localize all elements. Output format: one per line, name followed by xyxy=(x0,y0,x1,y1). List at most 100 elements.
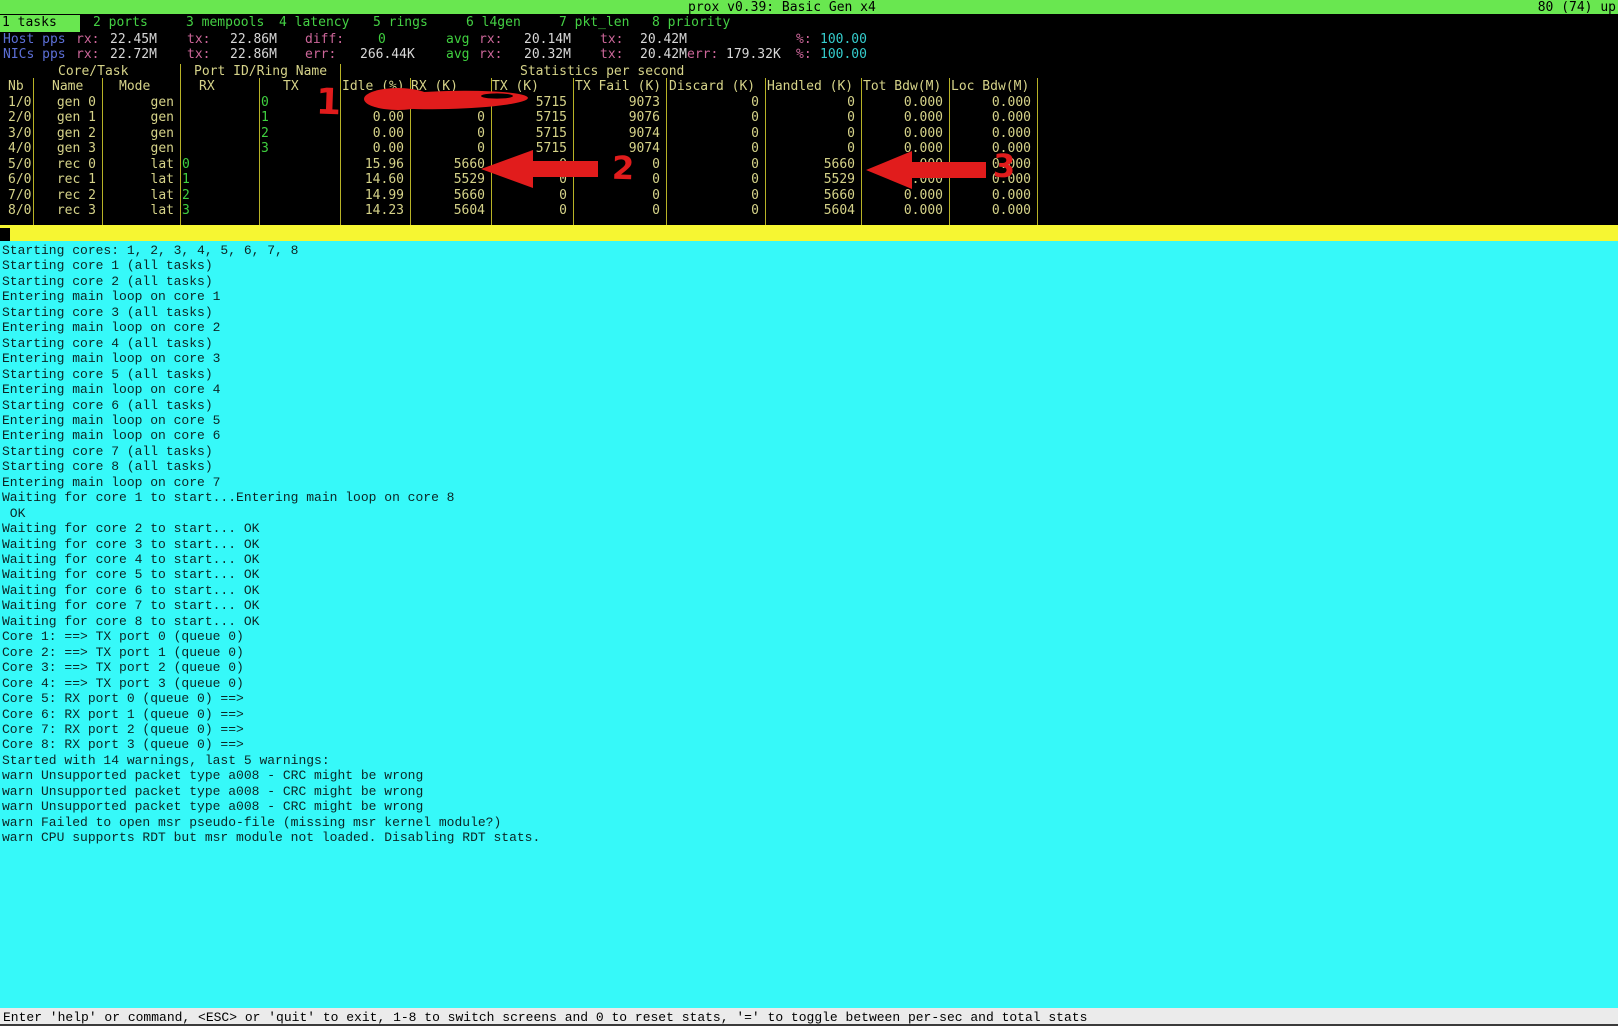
prox-terminal-window: prox v0.39: Basic Gen x4 80 (74) up 1 ta… xyxy=(0,0,1618,1026)
nics-stat-token: avg xyxy=(446,47,469,62)
column-header: RX xyxy=(199,79,215,94)
table-cell: 0.00 xyxy=(340,95,404,110)
group-separator xyxy=(180,64,181,80)
log-line: Core 4: ==> TX port 3 (queue 0) xyxy=(2,676,244,691)
table-cell: lat xyxy=(102,172,174,187)
text-cursor xyxy=(0,228,10,241)
column-header: Discard (K) xyxy=(669,79,755,94)
tab-5-rings[interactable]: 5 rings xyxy=(373,15,428,32)
table-cell: 0.000 xyxy=(861,110,943,125)
table-cell: 5/0 xyxy=(8,157,31,172)
tab-6-l4gen[interactable]: 6 l4gen xyxy=(466,15,521,32)
host-stat-token: avg xyxy=(446,32,469,47)
table-cell: gen 2 xyxy=(33,126,96,141)
tab-1-tasks[interactable]: 1 tasks xyxy=(0,15,80,32)
table-cell: 4/0 xyxy=(8,141,31,156)
status-help-text: Enter 'help' or command, <ESC> or 'quit'… xyxy=(3,1010,1087,1025)
table-cell: 0.000 xyxy=(861,203,943,218)
host-stat-token: 100.00 xyxy=(820,32,867,47)
log-line: Waiting for core 1 to start...Entering m… xyxy=(2,490,454,505)
nics-stat-token: 100.00 xyxy=(820,47,867,62)
table-cell: 0 xyxy=(765,110,855,125)
annotation-number-2: 2 xyxy=(611,152,634,185)
log-line: Starting core 7 (all tasks) xyxy=(2,444,213,459)
column-header: TX xyxy=(283,79,299,94)
column-header: RX (K) xyxy=(411,79,458,94)
table-cell: 0 xyxy=(491,157,567,172)
host-stat-token: rx: xyxy=(76,32,99,47)
nics-stat-token: rx: xyxy=(479,47,502,62)
tab-8-priority[interactable]: 8 priority xyxy=(652,15,730,32)
table-cell: 14.60 xyxy=(340,172,404,187)
host-stat-token: tx: xyxy=(600,32,623,47)
table-cell: 0.000 xyxy=(949,203,1031,218)
log-line: Core 6: RX port 1 (queue 0) ==> xyxy=(2,707,244,722)
table-cell: 0.000 xyxy=(861,188,943,203)
table-cell: 0 xyxy=(666,126,759,141)
title-bar: prox v0.39: Basic Gen x4 80 (74) up xyxy=(0,0,1618,14)
table-cell: 0 xyxy=(573,203,660,218)
nics-pps-stat-line: NICs ppsrx:22.72Mtx:22.86Merr:266.44Kavg… xyxy=(0,47,1618,62)
nics-stat-token: tx: xyxy=(187,47,210,62)
table-cell: rec 2 xyxy=(33,188,96,203)
table-cell: 5660 xyxy=(410,157,485,172)
log-line: Entering main loop on core 7 xyxy=(2,475,220,490)
table-cell: 5660 xyxy=(765,188,855,203)
log-line: Core 8: RX port 3 (queue 0) ==> xyxy=(2,737,244,752)
table-cell: 0 xyxy=(765,95,855,110)
table-cell: rec 1 xyxy=(33,172,96,187)
command-input-band[interactable] xyxy=(0,225,1618,241)
nics-stat-token: %: xyxy=(796,47,812,62)
table-cell: 5715 xyxy=(491,95,567,110)
log-line: Starting core 4 (all tasks) xyxy=(2,336,213,351)
table-cell: 8/0 xyxy=(8,203,31,218)
table-cell: 5604 xyxy=(765,203,855,218)
table-cell: 0 xyxy=(666,157,759,172)
host-pps-stat-line: Host ppsrx:22.45Mtx:22.86Mdiff:0avgrx:20… xyxy=(0,32,1618,47)
annotation-number-1: 1 xyxy=(315,86,341,121)
table-cell: 14.23 xyxy=(340,203,404,218)
host-stat-token: %: xyxy=(796,32,812,47)
table-cell: 0.00 xyxy=(340,126,404,141)
table-cell: 3 xyxy=(261,141,269,156)
table-cell: lat xyxy=(102,203,174,218)
table-cell: 5660 xyxy=(410,188,485,203)
table-cell: 0 xyxy=(666,95,759,110)
log-line: Core 2: ==> TX port 1 (queue 0) xyxy=(2,645,244,660)
table-cell: lat xyxy=(102,157,174,172)
host-stat-token: diff: xyxy=(305,32,344,47)
tab-2-ports[interactable]: 2 ports xyxy=(93,15,148,32)
table-cell: 0 xyxy=(666,141,759,156)
log-line: Starting core 3 (all tasks) xyxy=(2,305,213,320)
log-line: Entering main loop on core 4 xyxy=(2,382,220,397)
table-cell: gen xyxy=(102,141,174,156)
nics-stat-token: 266.44K xyxy=(360,47,415,62)
tab-4-latency[interactable]: 4 latency xyxy=(279,15,349,32)
table-group-header: Core/Task xyxy=(58,64,128,79)
table-cell: 2 xyxy=(261,126,269,141)
table-cell: 6/0 xyxy=(8,172,31,187)
log-line: Core 3: ==> TX port 2 (queue 0) xyxy=(2,660,244,675)
column-separator xyxy=(259,78,260,225)
log-line: warn CPU supports RDT but msr module not… xyxy=(2,830,540,845)
column-header: Handled (K) xyxy=(767,79,853,94)
table-cell: lat xyxy=(102,188,174,203)
table-cell: 7/0 xyxy=(8,188,31,203)
tab-7-pkt_len[interactable]: 7 pkt_len xyxy=(559,15,629,32)
log-line: Waiting for core 2 to start... OK xyxy=(2,521,259,536)
table-cell: 0 xyxy=(666,172,759,187)
log-line: Entering main loop on core 1 xyxy=(2,289,220,304)
table-cell: 0.000 xyxy=(949,126,1031,141)
log-line: Waiting for core 5 to start... OK xyxy=(2,567,259,582)
nics-stat-token: tx: xyxy=(600,47,623,62)
table-cell: rec 0 xyxy=(33,157,96,172)
table-cell: 0 xyxy=(261,95,269,110)
table-cell: gen 0 xyxy=(33,95,96,110)
table-cell: 9074 xyxy=(573,126,660,141)
host-stat-token: 22.86M xyxy=(230,32,277,47)
table-cell: 5529 xyxy=(765,172,855,187)
table-cell: 0.000 xyxy=(861,157,943,172)
tab-3-mempools[interactable]: 3 mempools xyxy=(186,15,264,32)
column-header: Mode xyxy=(119,79,150,94)
log-line: warn Unsupported packet type a008 - CRC … xyxy=(2,784,423,799)
